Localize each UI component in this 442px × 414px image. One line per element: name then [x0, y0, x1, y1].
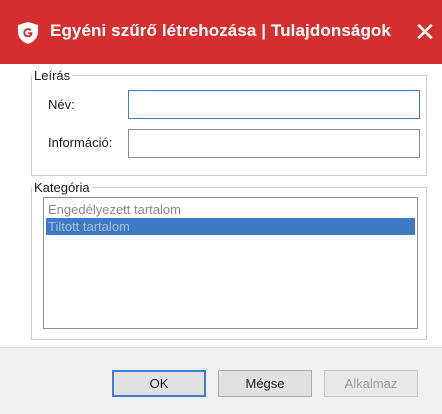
category-item-allowed[interactable]: Engedélyezett tartalom	[46, 201, 415, 218]
info-input[interactable]	[128, 129, 420, 158]
description-group: Leírás	[31, 68, 427, 176]
name-input[interactable]	[128, 90, 420, 119]
category-item-blocked[interactable]: Tiltott tartalom	[46, 218, 415, 235]
category-listbox[interactable]: Engedélyezett tartalom Tiltott tartalom	[43, 197, 418, 329]
apply-button[interactable]: Alkalmaz	[324, 370, 418, 397]
window-title: Egyéni szűrő létrehozása | Tulajdonságok	[50, 21, 391, 40]
g-data-shield-icon	[18, 22, 38, 44]
cancel-button[interactable]: Mégse	[218, 370, 312, 397]
category-legend: Kategória	[34, 180, 90, 195]
description-legend: Leírás	[34, 68, 71, 83]
close-icon[interactable]: ✕	[412, 17, 438, 47]
info-label: Információ:	[48, 135, 113, 150]
properties-dialog: Egyéni szűrő létrehozása | Tulajdonságok…	[0, 0, 442, 414]
ok-button[interactable]: OK	[112, 370, 206, 397]
title-bar: Egyéni szűrő létrehozása | Tulajdonságok…	[0, 0, 442, 64]
name-label: Név:	[48, 97, 75, 112]
